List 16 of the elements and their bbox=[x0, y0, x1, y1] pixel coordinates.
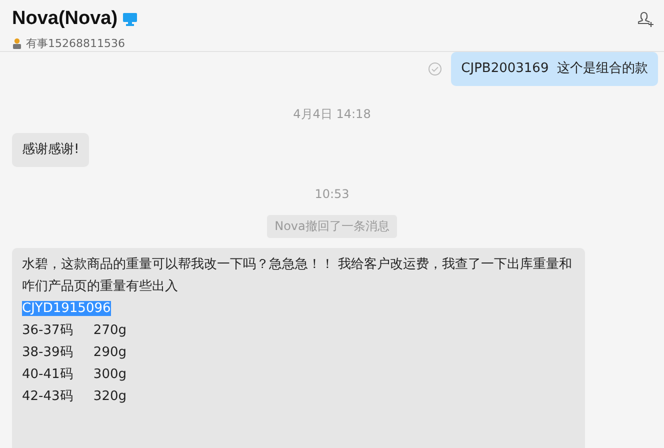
monitor-icon bbox=[122, 12, 137, 26]
person-icon bbox=[12, 38, 22, 49]
message-text: CJPB2003169 这个是组合的款 bbox=[461, 61, 648, 76]
message-text: 36-37码 270g bbox=[22, 323, 127, 338]
timestamp: 10:53 bbox=[314, 187, 350, 201]
message-text: 38-39码 290g bbox=[22, 345, 127, 360]
recall-notice: Nova撤回了一条消息 bbox=[266, 215, 398, 238]
message-text: 感谢感谢! bbox=[22, 142, 80, 157]
message-text: 水碧，这款商品的重量可以帮我改一下吗？急急急！！ 我给客户改运费，我查了一下出库重量和咋们产品页的重量有些出入 bbox=[22, 257, 572, 294]
selected-text: CJYD1915096 bbox=[22, 301, 111, 316]
add-contact-icon[interactable] bbox=[638, 10, 656, 28]
timestamp: 4月4日 14:18 bbox=[293, 106, 371, 123]
contact-name: Nova(Nova) bbox=[12, 8, 118, 30]
status-text: 有事15268811536 bbox=[26, 36, 125, 51]
message-text: 40-41码 300g bbox=[22, 367, 127, 382]
message-text: 42-43码 320g bbox=[22, 389, 127, 404]
